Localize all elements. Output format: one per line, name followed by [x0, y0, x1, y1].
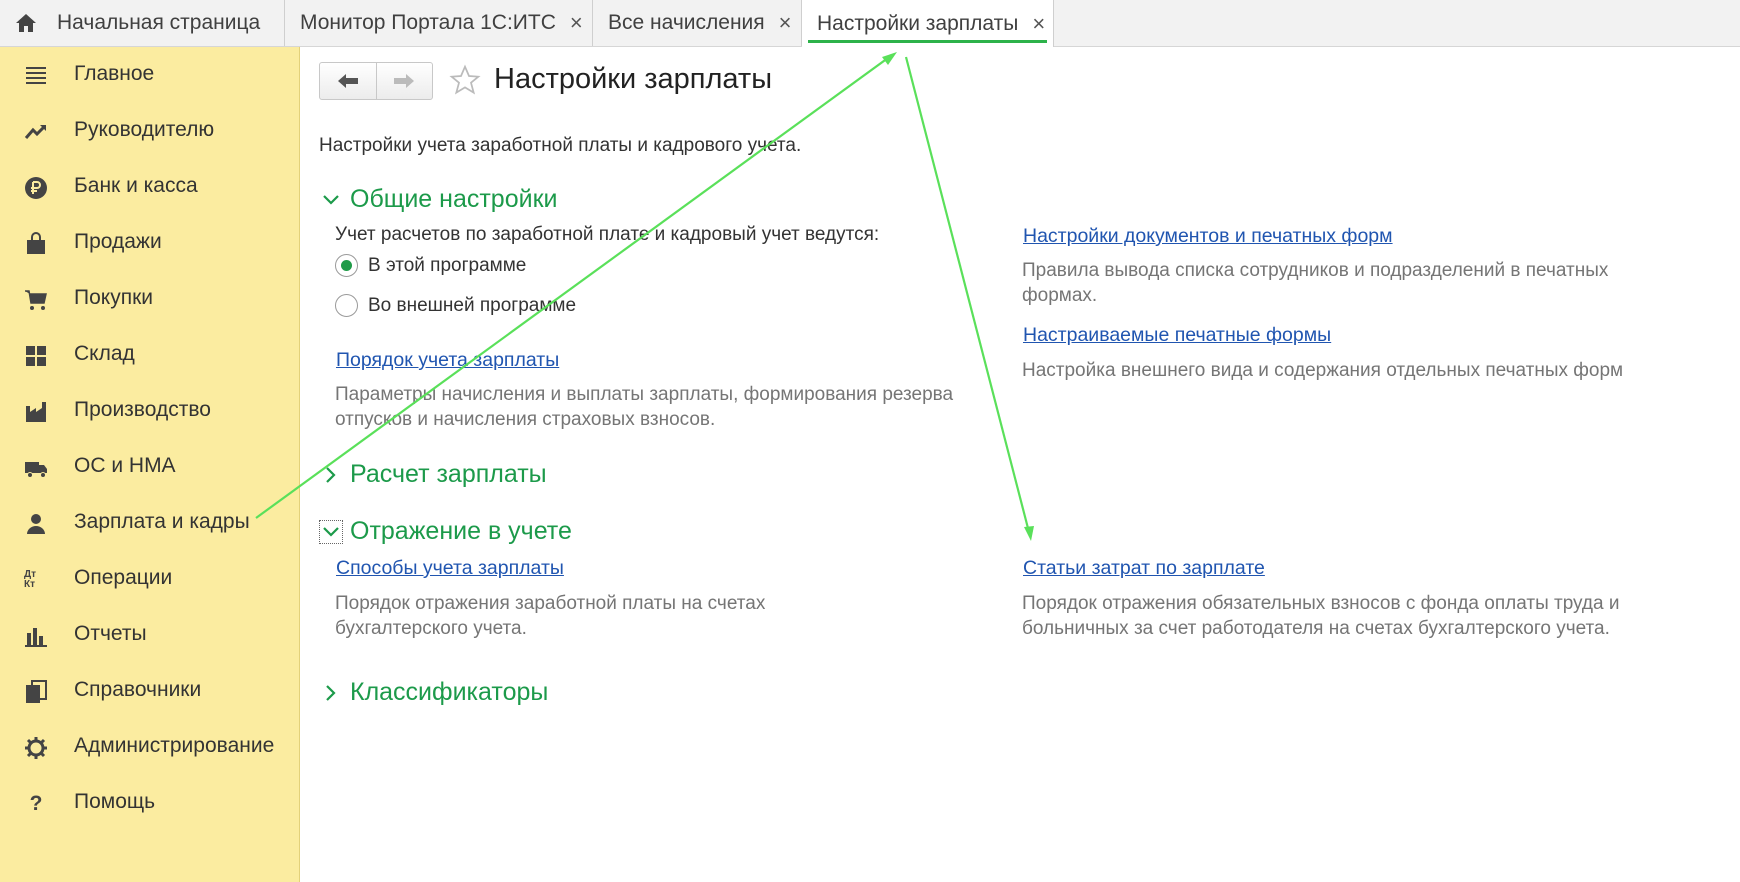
sidebar-item-help[interactable]: ? Помощь	[0, 775, 299, 831]
sidebar: Главное Руководителю Банк и касса Продаж…	[0, 47, 300, 882]
sidebar-item-label: Помощь	[74, 790, 156, 813]
sidebar-item-label: Продажи	[74, 230, 162, 253]
arrow-left-icon	[337, 74, 358, 88]
sidebar-item-production[interactable]: Производство	[0, 383, 299, 439]
home-icon	[16, 14, 36, 32]
link-document-settings[interactable]: Настройки документов и печатных форм	[1023, 225, 1393, 248]
sidebar-item-label: Администрирование	[74, 734, 275, 757]
tab-all-accruals[interactable]: Все начисления ×	[593, 0, 802, 46]
arrow-right-icon	[394, 74, 415, 88]
link-salary-accounting-order[interactable]: Порядок учета зарплаты	[336, 349, 559, 372]
radio-label: В этой программе	[368, 254, 527, 276]
nav-buttons	[319, 62, 433, 100]
menu-icon	[24, 64, 48, 88]
group-salary-calculation[interactable]: Расчет зарплаты	[319, 460, 547, 489]
tab-home-label: Начальная страница	[57, 11, 261, 34]
salary-cost-items-desc: Порядок отражения обязательных взносов с…	[1022, 593, 1620, 639]
radio-dot	[341, 260, 352, 271]
sidebar-item-fixed-assets[interactable]: ОС и НМА	[0, 439, 299, 495]
trend-icon	[24, 120, 48, 144]
accounting-location-question: Учет расчетов по заработной плате и кадр…	[335, 224, 880, 245]
radio-label: Во внешней программе	[368, 294, 577, 316]
sidebar-item-operations[interactable]: Дт Кт Операции	[0, 551, 299, 607]
truck-icon	[24, 456, 48, 480]
sidebar-item-warehouse[interactable]: Склад	[0, 327, 299, 383]
close-icon[interactable]: ×	[1032, 11, 1045, 37]
sidebar-item-label: Операции	[74, 566, 173, 589]
page-title: Настройки зарплаты	[494, 63, 773, 95]
salary-accounting-methods-desc: Порядок отражения заработной платы на сч…	[335, 593, 766, 639]
link-salary-accounting-methods[interactable]: Способы учета зарплаты	[336, 557, 564, 580]
radio-circle	[335, 294, 358, 317]
sidebar-item-label: Склад	[74, 342, 135, 365]
forward-button[interactable]	[375, 63, 432, 99]
sidebar-item-bank[interactable]: Банк и касса	[0, 159, 299, 215]
chevron-down-icon	[319, 188, 343, 212]
close-icon[interactable]: ×	[779, 10, 792, 36]
warehouse-icon	[24, 344, 48, 368]
radio-this-program[interactable]: В этой программе	[335, 254, 526, 277]
sidebar-item-main[interactable]: Главное	[0, 47, 299, 103]
link-salary-cost-items[interactable]: Статьи затрат по зарплате	[1023, 557, 1265, 580]
sidebar-item-label: Отчеты	[74, 622, 147, 645]
document-settings-desc: Правила вывода списка сотрудников и подр…	[1022, 260, 1609, 306]
question-icon: ?	[29, 792, 43, 815]
ruble-icon	[24, 176, 48, 200]
tab-bar: Начальная страница Монитор Портала 1С:ИТ…	[0, 0, 1740, 47]
sidebar-item-label: Справочники	[74, 678, 202, 701]
sidebar-item-label: Банк и касса	[74, 174, 198, 197]
group-title: Отражение в учете	[350, 517, 572, 545]
tab-its-monitor[interactable]: Монитор Портала 1С:ИТС ×	[285, 0, 593, 46]
tab-label: Все начисления	[608, 11, 765, 34]
group-accounting-reflection[interactable]: Отражение в учете	[319, 517, 572, 546]
active-tab-indicator	[808, 40, 1047, 43]
tab-label: Настройки зарплаты	[817, 11, 1019, 35]
sidebar-item-label: Производство	[74, 398, 211, 421]
chevron-right-icon	[319, 463, 343, 487]
bar-chart-icon	[24, 624, 48, 648]
sidebar-item-purchases[interactable]: Покупки	[0, 271, 299, 327]
group-title: Классификаторы	[350, 678, 549, 706]
sidebar-item-administration[interactable]: Администрирование	[0, 719, 299, 775]
cart-icon	[24, 288, 48, 312]
dt-kt-icon: Дт Кт	[24, 569, 37, 590]
gear-icon	[24, 736, 48, 760]
page-subtitle: Настройки учета заработной платы и кадро…	[319, 135, 802, 156]
sidebar-item-salary-hr[interactable]: Зарплата и кадры	[0, 495, 299, 551]
star-icon[interactable]	[449, 64, 481, 96]
radio-external-program[interactable]: Во внешней программе	[335, 294, 576, 317]
group-title: Расчет зарплаты	[350, 460, 547, 488]
chevron-down-icon	[319, 519, 343, 544]
link-custom-print-forms[interactable]: Настраиваемые печатные формы	[1023, 324, 1331, 347]
sidebar-item-label: Покупки	[74, 286, 153, 309]
sidebar-item-reports[interactable]: Отчеты	[0, 607, 299, 663]
sidebar-item-sales[interactable]: Продажи	[0, 215, 299, 271]
sidebar-item-label: Зарплата и кадры	[74, 510, 250, 533]
tab-salary-settings[interactable]: Настройки зарплаты ×	[802, 0, 1054, 47]
tab-home[interactable]: Начальная страница	[0, 0, 285, 46]
group-general-settings[interactable]: Общие настройки	[319, 185, 557, 214]
group-title: Общие настройки	[350, 185, 558, 213]
custom-print-forms-desc: Настройка внешнего вида и содержания отд…	[1022, 360, 1624, 381]
tab-label: Монитор Портала 1С:ИТС	[300, 11, 556, 34]
main-panel: Настройки зарплаты Настройки учета зараб…	[300, 47, 1740, 882]
radio-circle	[335, 254, 358, 277]
books-icon	[24, 680, 48, 704]
back-button[interactable]	[320, 63, 376, 99]
sidebar-item-label: Руководителю	[74, 118, 215, 141]
sidebar-item-manager[interactable]: Руководителю	[0, 103, 299, 159]
group-classifiers[interactable]: Классификаторы	[319, 678, 548, 707]
sidebar-item-label: ОС и НМА	[74, 454, 176, 477]
salary-accounting-order-desc: Параметры начисления и выплаты зарплаты,…	[335, 384, 954, 430]
sidebar-item-catalogs[interactable]: Справочники	[0, 663, 299, 719]
sidebar-item-label: Главное	[74, 62, 155, 85]
factory-icon	[24, 400, 48, 424]
person-icon	[24, 512, 48, 536]
close-icon[interactable]: ×	[570, 10, 583, 36]
bag-icon	[24, 232, 48, 256]
chevron-right-icon	[319, 681, 343, 705]
